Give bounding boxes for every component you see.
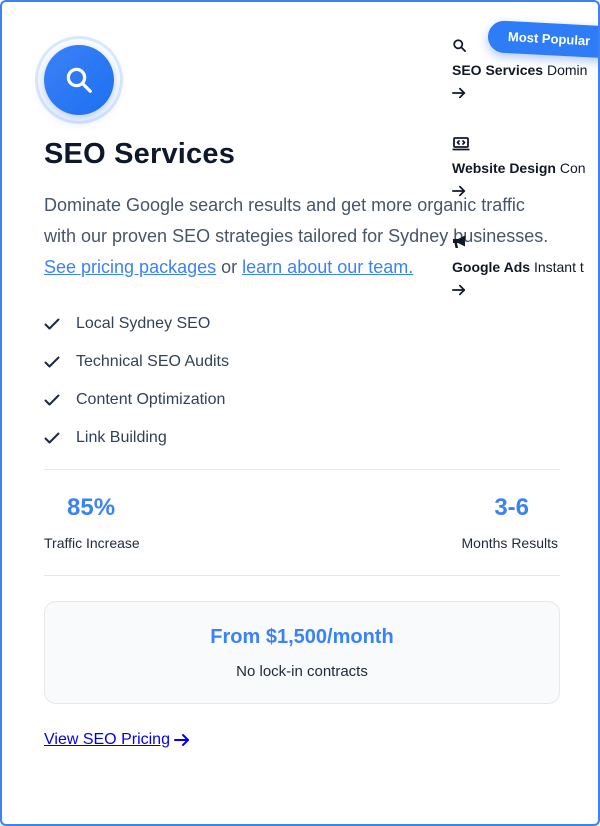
divider — [44, 469, 560, 470]
side-card-text: Domin — [546, 62, 588, 78]
view-pricing-link[interactable]: View SEO Pricing — [44, 731, 190, 749]
check-icon — [44, 432, 60, 444]
feature-label: Content Optimization — [76, 391, 226, 408]
side-card-google-ads[interactable]: Google Ads Instant t — [452, 259, 584, 275]
side-card-title: Website Design — [452, 160, 556, 176]
check-icon — [44, 394, 60, 406]
price-box: From $1,500/month No lock-in contracts — [44, 601, 560, 704]
megaphone-icon — [452, 235, 468, 254]
stat-label-months: Months Results — [461, 535, 558, 551]
stat-value-months: 3-6 — [494, 494, 529, 521]
divider — [44, 575, 560, 576]
stat-label-traffic: Traffic Increase — [44, 535, 140, 551]
service-icon-badge — [35, 36, 123, 124]
learn-about-team-link[interactable]: learn about our team. — [242, 257, 413, 277]
arrow-right-icon[interactable] — [452, 184, 466, 203]
side-card-text: Con — [559, 160, 586, 176]
description-text: Dominate Google search results and get m… — [44, 195, 549, 246]
feature-label: Technical SEO Audits — [76, 353, 229, 370]
feature-list: Local Sydney SEO Technical SEO Audits Co… — [44, 305, 229, 457]
service-card: SEO Services Dominate Google search resu… — [0, 0, 600, 826]
side-card-seo[interactable]: SEO Services Domin — [452, 62, 587, 78]
side-card-text: Instant t — [533, 259, 584, 275]
description-connector: or — [221, 257, 238, 277]
view-pricing-label: View SEO Pricing — [44, 731, 170, 748]
arrow-right-icon — [173, 734, 189, 746]
arrow-right-icon[interactable] — [452, 283, 466, 302]
list-item: Link Building — [44, 419, 229, 457]
list-item: Content Optimization — [44, 381, 229, 419]
search-icon — [44, 45, 114, 115]
stat-value-traffic: 85% — [67, 494, 116, 521]
side-card-website-design[interactable]: Website Design Con — [452, 160, 586, 176]
arrow-right-icon[interactable] — [452, 86, 466, 105]
list-item: Local Sydney SEO — [44, 305, 229, 343]
feature-label: Link Building — [76, 429, 167, 446]
price-amount: From $1,500/month — [210, 626, 394, 648]
list-item: Technical SEO Audits — [44, 343, 229, 381]
feature-label: Local Sydney SEO — [76, 315, 211, 332]
search-icon — [452, 38, 467, 58]
side-card-title: Google Ads — [452, 259, 531, 275]
check-icon — [44, 318, 60, 330]
check-icon — [44, 356, 60, 368]
price-note: No lock-in contracts — [236, 663, 368, 680]
side-card-title: SEO Services — [452, 62, 544, 78]
most-popular-badge: Most Popular — [487, 20, 598, 59]
code-laptop-icon — [452, 137, 470, 156]
card-title: SEO Services — [44, 138, 236, 170]
see-pricing-link[interactable]: See pricing packages — [44, 257, 216, 277]
